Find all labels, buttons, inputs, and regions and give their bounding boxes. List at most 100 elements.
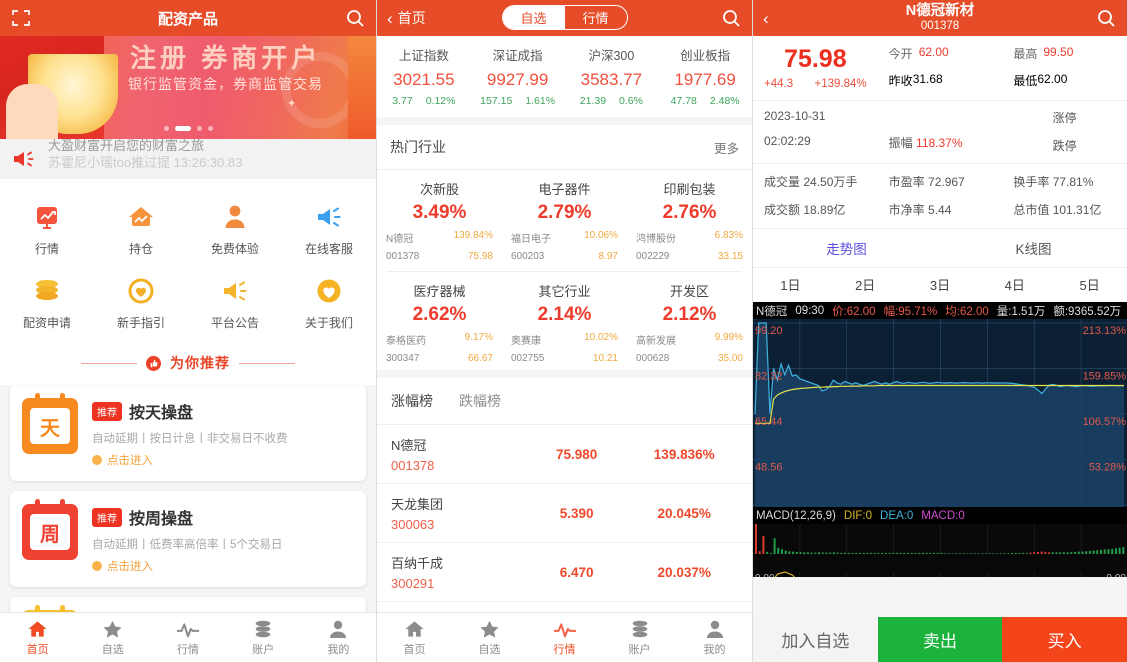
more-link[interactable]: 更多 [714, 138, 739, 157]
industry-pct: 2.79% [537, 202, 592, 223]
tab-losers[interactable]: 跌幅榜 [459, 391, 501, 411]
heart-circle-icon [282, 275, 376, 307]
industry-card[interactable]: 其它行业 2.14% 奥赛康 10.02% 002755 10.21 [502, 281, 627, 364]
search-icon[interactable] [720, 7, 742, 29]
banner-dot-active[interactable] [174, 126, 191, 131]
back-label[interactable]: 首页 [398, 8, 426, 28]
lead-stock-name: 福日电子 [511, 234, 551, 245]
industry-lead-stock: 泰格医药 9.17% [386, 332, 493, 347]
high-value: 99.50 [1043, 45, 1074, 59]
banner-dot[interactable] [163, 126, 169, 131]
tab-market[interactable]: 行情 [150, 613, 225, 662]
quick-entry-market[interactable]: 行情 [0, 193, 94, 267]
quick-entry-about-us[interactable]: 关于我们 [282, 267, 376, 341]
index-name: 创业板指 [680, 49, 731, 63]
tooltip-avg: 均:62.00 [945, 305, 989, 318]
tab-day-5[interactable]: 5日 [1052, 275, 1127, 294]
segment-market[interactable]: 行情 [565, 6, 627, 29]
quick-entry-apply[interactable]: 配资申请 [0, 267, 94, 341]
rank-stock: 百纳千成 300291 [391, 553, 523, 591]
chart-tooltip: N德冠 09:30 价:62.00 幅:95.71% 均:62.00 量:1.5… [753, 302, 1127, 319]
quick-entry-row-2: 配资申请 新手指引 平台公告 关于我们 [0, 267, 376, 341]
turnover-amt-label: 成交额 [764, 203, 801, 217]
prev-close-label: 昨收 [888, 74, 913, 88]
product-card-day[interactable]: 天 推荐 按天操盘 自动延期丨按日计息丨非交易日不收费 点击进入 [10, 385, 366, 481]
index-value: 1977.69 [674, 70, 736, 89]
sell-button[interactable]: 卖出 [877, 617, 1003, 662]
tab-account[interactable]: 账户 [226, 613, 301, 662]
tab-home[interactable]: 首页 [0, 613, 75, 662]
chevron-left-icon[interactable]: ‹ [763, 10, 769, 27]
meta-cap-col: 换手率 77.81% 总市值 101.31亿 [1002, 173, 1127, 218]
industry-card[interactable]: 印刷包装 2.76% 鸿博股份 6.83% 002229 33.15 [627, 179, 752, 262]
banner-headline: 注册 券商开户 [130, 43, 322, 73]
house-chart-icon [94, 201, 188, 233]
tab-home[interactable]: 首页 [377, 613, 452, 662]
banner-right-art [348, 36, 376, 139]
search-icon[interactable] [1095, 7, 1117, 29]
segment-watchlist[interactable]: 自选 [502, 6, 565, 29]
turnover-rate-label: 换手率 [1013, 175, 1050, 189]
chevron-left-icon[interactable]: ‹ [387, 10, 393, 27]
quick-entry-label: 持仓 [128, 242, 153, 256]
product-cta[interactable]: 点击进入 [92, 452, 354, 468]
table-row[interactable]: 天龙集团 300063 5.390 20.045% [377, 484, 752, 543]
quick-entry-free-trial[interactable]: 免费体验 [188, 193, 282, 267]
product-cta[interactable]: 点击进入 [92, 558, 354, 574]
product-card-week[interactable]: 周 推荐 按周操盘 自动延期丨低费率高倍率丨5个交易日 点击进入 [10, 491, 366, 587]
scan-icon[interactable] [10, 7, 32, 29]
industry-card[interactable]: 次新股 3.49% N德冠 139.84% 001378 75.98 [377, 179, 502, 262]
page-title: 配资产品 [157, 10, 218, 28]
tab-label: 首页 [26, 643, 49, 656]
trend-chart[interactable]: N德冠 09:30 价:62.00 幅:95.71% 均:62.00 量:1.5… [753, 302, 1127, 577]
announcement-marquee[interactable]: 大盈财富开启您的财富之旅 苏霍尼小瑶too推过提 13:26:30.83 [0, 139, 376, 179]
quick-entry-position[interactable]: 持仓 [94, 193, 188, 267]
index-item[interactable]: 深证成指 9927.99 157.15 1.61% [471, 45, 565, 107]
tab-mine[interactable]: 我的 [301, 613, 376, 662]
tab-mine[interactable]: 我的 [677, 613, 752, 662]
buy-button[interactable]: 买入 [1002, 617, 1127, 662]
index-item[interactable]: 沪深300 3583.77 21.39 0.6% [565, 45, 659, 107]
tab-day-3[interactable]: 3日 [903, 275, 978, 294]
tab-watchlist[interactable]: 自选 [452, 613, 527, 662]
tab-kline-chart[interactable]: K线图 [940, 229, 1127, 267]
industry-card[interactable]: 电子器件 2.79% 福日电子 10.06% 600203 8.97 [502, 179, 627, 262]
market-cap-row: 总市值 101.31亿 [1013, 201, 1116, 218]
quick-entry-announcement[interactable]: 平台公告 [188, 267, 282, 341]
hot-industry-row-2: 医疗器械 2.62% 泰格医药 9.17% 300347 66.67 其它行业 … [377, 272, 752, 370]
tab-market[interactable]: 行情 [527, 613, 602, 662]
tab-account[interactable]: 账户 [602, 613, 677, 662]
tab-day-2[interactable]: 2日 [828, 275, 903, 294]
index-change: 157.15 [480, 95, 513, 107]
user-icon [328, 619, 348, 639]
tab-watchlist[interactable]: 自选 [75, 613, 150, 662]
promo-banner[interactable]: 注册 券商开户 银行监管资金，券商监管交易 ✦ [0, 36, 376, 139]
volume-value: 24.50万手 [803, 175, 858, 189]
banner-dot[interactable] [196, 126, 202, 131]
high-row: 最高 99.50 [1013, 45, 1116, 62]
tab-day-4[interactable]: 4日 [977, 275, 1052, 294]
quick-entry-beginner-guide[interactable]: 新手指引 [94, 267, 188, 341]
rank-price: 6.470 [559, 564, 594, 580]
index-item[interactable]: 创业板指 1977.69 47.78 2.48% [658, 45, 752, 107]
industry-card[interactable]: 医疗器械 2.62% 泰格医药 9.17% 300347 66.67 [377, 281, 502, 364]
banner-dot[interactable] [207, 126, 213, 131]
quick-entry-online-service[interactable]: 在线客服 [282, 193, 376, 267]
tab-day-1[interactable]: 1日 [753, 275, 828, 294]
segmented-control[interactable]: 自选 行情 [501, 5, 628, 30]
table-row[interactable]: 百纳千成 300291 6.470 20.037% [377, 543, 752, 602]
index-item[interactable]: 上证指数 3021.55 3.77 0.12% [377, 45, 471, 107]
table-row[interactable]: N德冠 001378 75.980 139.836% [377, 425, 752, 484]
industry-lead-code: 600203 8.97 [511, 251, 618, 262]
lead-stock-name: N德冠 [386, 234, 414, 245]
tab-label: 自选 [101, 643, 124, 656]
tab-gainers[interactable]: 涨幅榜 [391, 391, 433, 411]
banner-dots[interactable] [0, 126, 376, 131]
add-watchlist-button[interactable]: 加入自选 [753, 617, 878, 662]
search-icon[interactable] [344, 7, 366, 29]
coins-icon [252, 619, 274, 639]
quote-open-col: 今开 62.00 昨收 31.68 [878, 45, 1003, 90]
tab-trend-chart[interactable]: 走势图 [753, 229, 940, 267]
tab-label: 账户 [252, 643, 275, 656]
industry-card[interactable]: 开发区 2.12% 高新发展 9.99% 000628 35.00 [627, 281, 752, 364]
